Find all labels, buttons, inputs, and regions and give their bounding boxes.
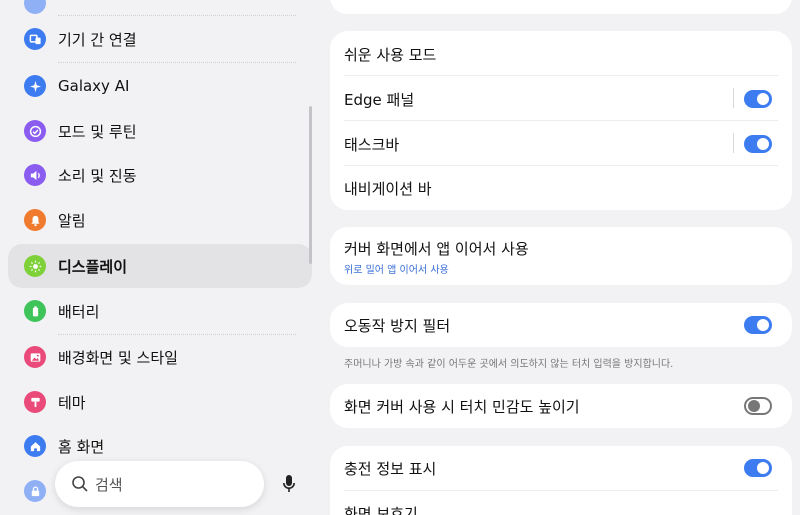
- row-screen-saver[interactable]: 화면 보호기: [330, 490, 792, 515]
- ai-sparkle-icon: [24, 75, 46, 97]
- row-label: 화면 커버 사용 시 터치 민감도 높이기: [344, 398, 580, 416]
- sidebar-item-galaxy-ai[interactable]: Galaxy AI: [8, 64, 312, 108]
- sidebar: 기기 간 연결 Galaxy AI 모드 및 루틴 소리 및 진동 알림 디스플…: [0, 0, 320, 515]
- sidebar-item-notifications[interactable]: 알림: [8, 198, 312, 242]
- brush-icon: [24, 391, 46, 413]
- row-label: 오동작 방지 필터: [344, 317, 451, 335]
- card-accidental-touch[interactable]: 오동작 방지 필터: [330, 303, 792, 347]
- row-label: Edge 패널: [344, 91, 415, 109]
- devices-icon: [24, 28, 46, 50]
- sidebar-item-display[interactable]: 디스플레이: [8, 244, 312, 288]
- sidebar-item-connected-devices[interactable]: 기기 간 연결: [8, 17, 312, 61]
- taskbar-toggle[interactable]: [744, 135, 772, 153]
- row-charging-info[interactable]: 충전 정보 표시: [330, 446, 792, 491]
- divider: [58, 15, 296, 16]
- accidental-touch-toggle[interactable]: [744, 316, 772, 334]
- row-easy-mode[interactable]: 쉬운 사용 모드: [330, 31, 792, 76]
- row-label: 충전 정보 표시: [344, 460, 437, 478]
- image-icon: [24, 346, 46, 368]
- sidebar-item-label: 모드 및 루틴: [58, 122, 137, 141]
- edge-panels-toggle[interactable]: [744, 90, 772, 108]
- card-partial-top: [330, 0, 792, 14]
- row-label: 태스크바: [344, 136, 400, 154]
- battery-icon: [24, 300, 46, 322]
- microphone-icon[interactable]: [282, 474, 296, 494]
- row-label: 커버 화면에서 앱 이어서 사용: [344, 240, 529, 258]
- card-touch-sensitivity[interactable]: 화면 커버 사용 시 터치 민감도 높이기: [330, 384, 792, 428]
- sidebar-item-label: 알림: [58, 211, 86, 230]
- row-label: 쉬운 사용 모드: [344, 46, 437, 64]
- divider: [733, 88, 734, 108]
- row-label: 내비게이션 바: [344, 180, 432, 198]
- divider: [733, 133, 734, 153]
- search-bar[interactable]: 검색: [55, 461, 295, 507]
- sidebar-item-label: 테마: [58, 393, 86, 412]
- sidebar-item-battery[interactable]: 배터리: [8, 289, 312, 333]
- card-navigation: 쉬운 사용 모드 Edge 패널 태스크바 내비게이션 바: [330, 31, 792, 210]
- search-icon: [72, 476, 88, 492]
- sidebar-item-label: Galaxy AI: [58, 77, 130, 95]
- sidebar-item-label: 홈 화면: [58, 437, 105, 456]
- row-taskbar[interactable]: 태스크바: [330, 121, 792, 166]
- sun-icon: [24, 255, 46, 277]
- sidebar-item-label: 소리 및 진동: [58, 166, 137, 185]
- row-edge-panels[interactable]: Edge 패널: [330, 76, 792, 121]
- lock-icon: [24, 480, 46, 502]
- card-charging: 충전 정보 표시 화면 보호기: [330, 446, 792, 515]
- speaker-icon: [24, 164, 46, 186]
- row-sublabel: 위로 밀어 앱 이어서 사용: [344, 265, 449, 276]
- sidebar-item-modes-routines[interactable]: 모드 및 루틴: [8, 109, 312, 153]
- accidental-touch-helper: 주머니나 가방 속과 같이 어두운 곳에서 의도하지 않는 터치 입력을 방지합…: [344, 359, 674, 370]
- touch-sensitivity-toggle[interactable]: [744, 397, 772, 415]
- sidebar-item-label: 디스플레이: [58, 257, 128, 276]
- check-circle-icon: [24, 120, 46, 142]
- settings-content: 쉬운 사용 모드 Edge 패널 태스크바 내비게이션 바 커버 화면에서 앱 …: [330, 0, 792, 515]
- charging-info-toggle[interactable]: [744, 459, 772, 477]
- sidebar-item-label: 배경화면 및 스타일: [58, 348, 178, 367]
- sidebar-item-themes[interactable]: 테마: [8, 380, 312, 424]
- row-label: 화면 보호기: [344, 505, 418, 515]
- sidebar-item-label: 기기 간 연결: [58, 30, 137, 49]
- card-cover-screen[interactable]: 커버 화면에서 앱 이어서 사용 위로 밀어 앱 이어서 사용: [330, 227, 792, 285]
- sidebar-item-wallpaper-style[interactable]: 배경화면 및 스타일: [8, 335, 312, 379]
- search-input[interactable]: 검색: [95, 474, 123, 495]
- divider: [58, 62, 296, 63]
- circle-icon: [24, 0, 46, 14]
- sidebar-scrollbar[interactable]: [309, 106, 312, 264]
- sidebar-item-label: 배터리: [58, 302, 100, 321]
- sidebar-item-sound-vibration[interactable]: 소리 및 진동: [8, 153, 312, 197]
- home-icon: [24, 435, 46, 457]
- row-navigation-bar[interactable]: 내비게이션 바: [330, 165, 792, 210]
- bell-icon: [24, 209, 46, 231]
